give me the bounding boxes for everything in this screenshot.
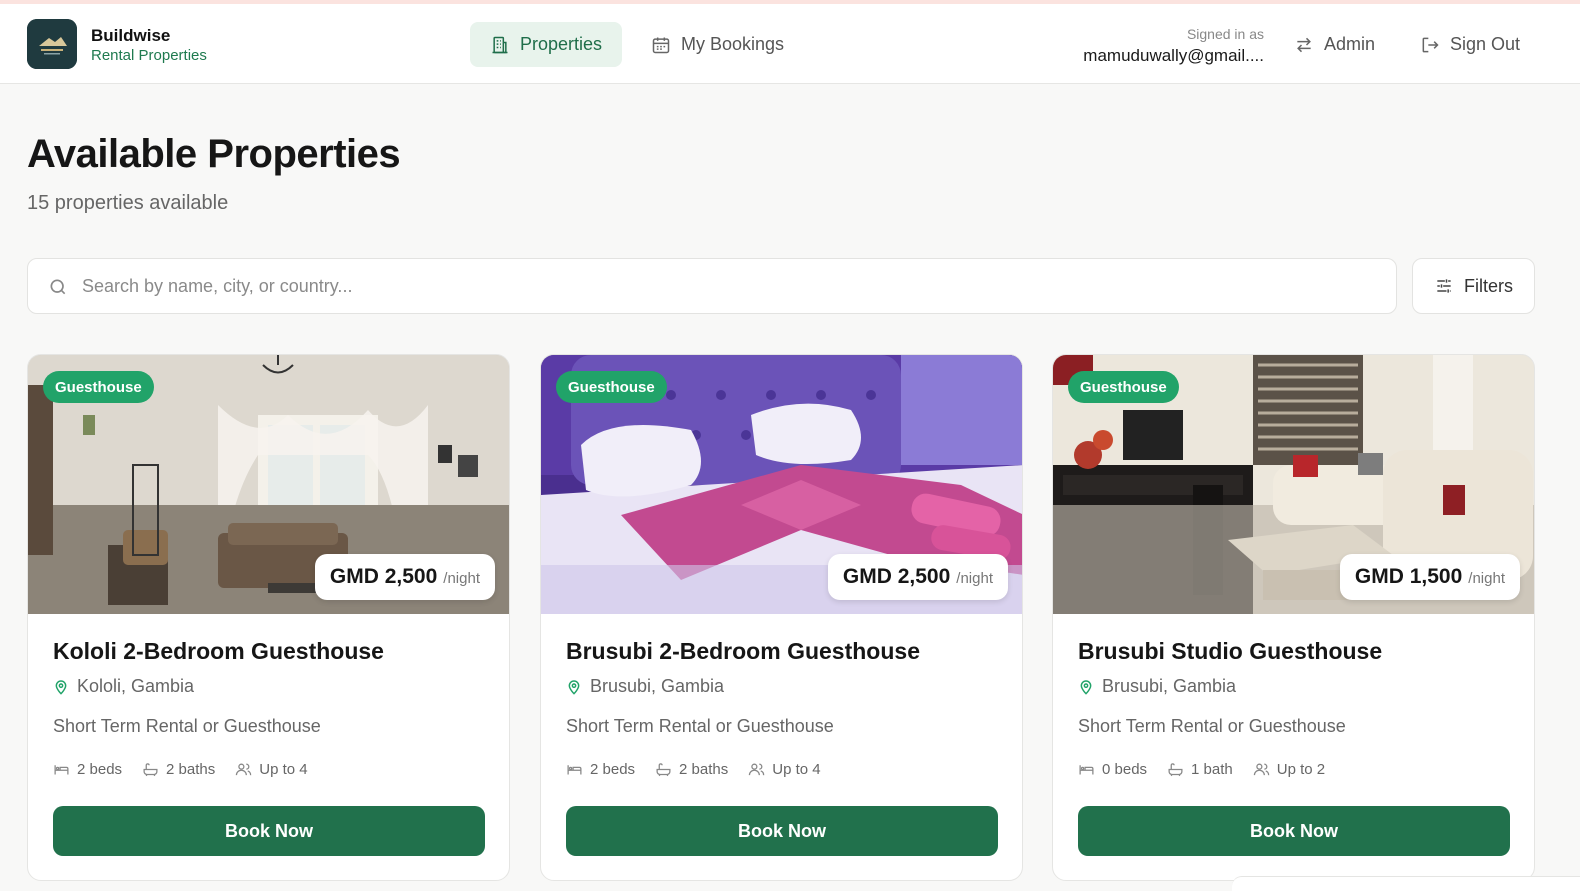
property-location: Kololi, Gambia (53, 676, 194, 697)
bed-icon (1079, 765, 1094, 775)
property-photo[interactable]: Guesthouse GMD 1,500 /night (1053, 355, 1534, 614)
property-card[interactable]: Guesthouse GMD 2,500 /night Kololi 2-Bed… (27, 354, 510, 881)
stat-baths-text: 1 bath (1191, 761, 1233, 778)
nav-properties-label: Properties (520, 34, 603, 54)
map-pin-icon (568, 679, 580, 695)
admin-button[interactable]: Admin (1274, 22, 1395, 67)
property-type-badge: Guesthouse (556, 371, 667, 403)
property-location-text: Brusubi, Gambia (590, 676, 725, 696)
stat-guests-text: Up to 4 (772, 761, 821, 778)
property-stats: 2 beds 2 baths Up to 4 (566, 761, 821, 778)
property-stats: 2 beds 2 baths Up to 4 (53, 761, 308, 778)
switch-arrows-icon (1297, 37, 1311, 52)
page-title: Available Properties (27, 132, 401, 176)
property-stats: 0 beds 1 bath Up to 2 (1078, 761, 1325, 778)
property-title[interactable]: Brusubi 2-Bedroom Guesthouse (566, 638, 920, 665)
book-now-button[interactable]: Book Now (566, 806, 998, 856)
users-icon (1253, 763, 1269, 776)
property-photo[interactable]: Guesthouse GMD 2,500 /night (541, 355, 1022, 614)
price-badge: GMD 1,500 /night (1339, 554, 1520, 600)
nav-properties[interactable]: Properties (470, 22, 623, 67)
map-pin-icon (55, 679, 67, 695)
stat-beds: 0 beds (1078, 761, 1147, 778)
app-header: Buildwise Rental Properties Properties M… (0, 4, 1580, 84)
building-icon (492, 36, 508, 53)
property-type-badge: Guesthouse (1068, 371, 1179, 403)
property-photo[interactable]: Guesthouse GMD 2,500 /night (28, 355, 509, 614)
stat-beds: 2 beds (53, 761, 122, 778)
book-now-button[interactable]: Book Now (1078, 806, 1510, 856)
property-description: Short Term Rental or Guesthouse (53, 716, 321, 736)
property-card[interactable]: Guesthouse GMD 2,500 /night Brusubi 2-Be… (540, 354, 1023, 881)
book-now-button[interactable]: Book Now (53, 806, 485, 856)
price-unit: /night (443, 570, 480, 587)
search-icon (50, 279, 66, 295)
property-card[interactable]: Guesthouse GMD 1,500 /night Brusubi Stud… (1052, 354, 1535, 881)
stat-guests-text: Up to 2 (1276, 761, 1326, 778)
map-pin-icon (1080, 679, 1092, 695)
logout-icon (1422, 37, 1439, 52)
sign-out-button[interactable]: Sign Out (1400, 22, 1540, 67)
property-title[interactable]: Kololi 2-Bedroom Guesthouse (53, 638, 384, 665)
filters-button[interactable]: Filters (1412, 258, 1535, 314)
search-bar (27, 258, 1397, 314)
bath-icon (143, 763, 158, 777)
nav-my-bookings-label: My Bookings (681, 34, 785, 54)
bath-icon (656, 763, 671, 777)
sliders-icon (1437, 279, 1451, 293)
price-badge: GMD 2,500 /night (827, 554, 1008, 600)
stat-beds-text: 2 beds (590, 761, 636, 778)
price-badge: GMD 2,500 /night (314, 554, 495, 600)
stat-baths: 2 baths (142, 761, 215, 778)
stat-beds: 2 beds (566, 761, 635, 778)
user-email: mamuduwally@gmail.... (1083, 46, 1264, 65)
property-count: 15 properties available (27, 192, 229, 214)
users-icon (749, 763, 765, 776)
stat-baths-text: 2 baths (166, 761, 216, 778)
price-unit: /night (1468, 570, 1505, 587)
price-amount: GMD 1,500 (1354, 565, 1463, 588)
property-location-text: Kololi, Gambia (77, 676, 195, 696)
stat-baths: 1 bath (1167, 761, 1233, 778)
admin-label: Admin (1324, 34, 1376, 54)
signed-in-label: Signed in as (1186, 26, 1264, 42)
property-description: Short Term Rental or Guesthouse (566, 716, 834, 736)
sign-out-label: Sign Out (1450, 34, 1521, 54)
users-icon (236, 763, 252, 776)
nav-my-bookings[interactable]: My Bookings (631, 22, 804, 67)
bed-icon (54, 765, 69, 775)
stat-baths-text: 2 baths (679, 761, 729, 778)
filters-label: Filters (1464, 275, 1513, 296)
stat-baths: 2 baths (655, 761, 728, 778)
property-location-text: Brusubi, Gambia (1102, 676, 1237, 696)
calendar-icon (652, 37, 670, 53)
property-location: Brusubi, Gambia (1078, 676, 1236, 697)
bed-icon (567, 765, 582, 775)
stat-guests: Up to 4 (235, 761, 308, 778)
floating-panel-edge (1232, 876, 1580, 891)
price-unit: /night (956, 570, 993, 587)
property-description: Short Term Rental or Guesthouse (1078, 716, 1346, 736)
price-amount: GMD 2,500 (842, 565, 951, 588)
search-input[interactable] (82, 259, 1382, 313)
brand-subtitle: Rental Properties (91, 47, 207, 64)
stat-guests: Up to 4 (748, 761, 821, 778)
stat-guests: Up to 2 (1253, 761, 1325, 778)
stat-beds-text: 2 beds (77, 761, 123, 778)
bath-icon (1168, 763, 1183, 777)
property-type-badge: Guesthouse (43, 371, 154, 403)
brand-name: Buildwise (91, 26, 171, 45)
price-amount: GMD 2,500 (329, 565, 438, 588)
brand-logo[interactable] (27, 19, 77, 69)
stat-guests-text: Up to 4 (259, 761, 308, 778)
property-location: Brusubi, Gambia (566, 676, 724, 697)
property-title[interactable]: Brusubi Studio Guesthouse (1078, 638, 1382, 665)
stat-beds-text: 0 beds (1102, 761, 1148, 778)
